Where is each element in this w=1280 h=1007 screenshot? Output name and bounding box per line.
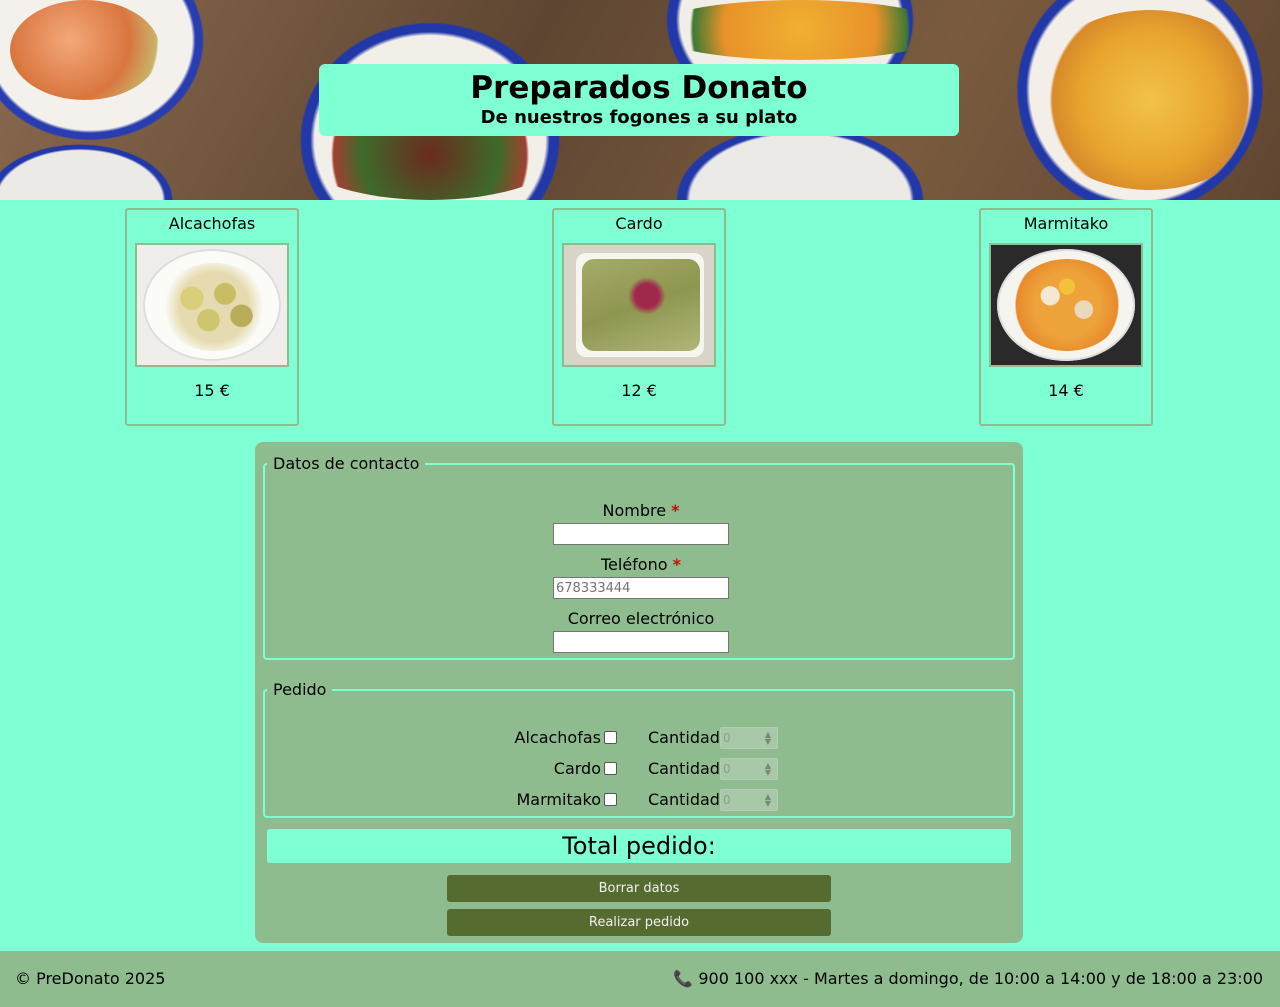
site-footer: © PreDonato 2025 📞 900 100 xxx - Martes … (0, 951, 1280, 1007)
order-fieldset: Pedido Alcachofas Cantidad 0 ▲ ▼ Cardo Can… (263, 680, 1015, 818)
site-header: Preparados Donato De nuestros fogones a … (319, 64, 959, 136)
spinner-arrows-icon[interactable]: ▲ ▼ (765, 762, 771, 777)
order-item-name: Marmitako (516, 790, 602, 809)
phone-input[interactable] (553, 577, 729, 599)
product-card-alcachofas: Alcachofas 15 € (125, 208, 299, 426)
email-input[interactable] (553, 631, 729, 653)
product-name: Alcachofas (168, 214, 256, 233)
email-label: Correo electrónico (567, 609, 715, 628)
order-item-checkbox[interactable] (604, 731, 617, 744)
order-total: Total pedido: (267, 829, 1011, 863)
order-item-checkbox[interactable] (604, 762, 617, 775)
artichoke-dish-photo (135, 243, 289, 367)
product-price: 15 € (194, 381, 230, 400)
order-item-marmitako: Marmitako Cantidad 0 ▲ ▼ (265, 789, 1017, 811)
order-legend: Pedido (273, 680, 327, 699)
order-form: Datos de contacto Nombre * Teléfono * Co… (255, 442, 1023, 943)
spinner-arrows-icon[interactable]: ▲ ▼ (765, 731, 771, 746)
phone-label: Teléfono * (600, 555, 681, 574)
quantity-label: Cantidad (648, 728, 720, 747)
product-price: 12 € (621, 381, 657, 400)
phone-field-group: Teléfono * (265, 555, 1017, 599)
quantity-stepper[interactable]: 0 ▲ ▼ (720, 789, 778, 811)
site-title: Preparados Donato (470, 70, 808, 106)
product-card-cardo: Cardo 12 € (552, 208, 726, 426)
quantity-stepper[interactable]: 0 ▲ ▼ (720, 758, 778, 780)
order-item-checkbox[interactable] (604, 793, 617, 806)
submit-order-button[interactable]: Realizar pedido (447, 909, 831, 936)
product-name: Marmitako (1023, 214, 1109, 233)
name-label: Nombre * (602, 501, 680, 520)
contact-fieldset: Datos de contacto Nombre * Teléfono * Co… (263, 454, 1015, 660)
product-name: Cardo (615, 214, 663, 233)
product-card-marmitako: Marmitako 14 € (979, 208, 1153, 426)
cardoon-dish-photo (562, 243, 716, 367)
required-mark: * (672, 555, 681, 574)
spinner-arrows-icon[interactable]: ▲ ▼ (765, 793, 771, 808)
name-input[interactable] (553, 523, 729, 545)
clear-button[interactable]: Borrar datos (447, 875, 831, 902)
marmitako-dish-photo (989, 243, 1143, 367)
order-item-cardo: Cardo Cantidad 0 ▲ ▼ (265, 758, 1017, 780)
copyright-text: © PreDonato 2025 (15, 969, 166, 988)
site-subtitle: De nuestros fogones a su plato (480, 107, 798, 128)
contact-legend: Datos de contacto (273, 454, 420, 473)
email-field-group: Correo electrónico (265, 609, 1017, 653)
quantity-stepper[interactable]: 0 ▲ ▼ (720, 727, 778, 749)
order-item-alcachofas: Alcachofas Cantidad 0 ▲ ▼ (265, 727, 1017, 749)
quantity-label: Cantidad (648, 790, 720, 809)
contact-info-text: 📞 900 100 xxx - Martes a domingo, de 10:… (673, 969, 1263, 988)
order-item-name: Alcachofas (514, 728, 602, 747)
name-field-group: Nombre * (265, 501, 1017, 545)
required-mark: * (671, 501, 680, 520)
product-price: 14 € (1048, 381, 1084, 400)
order-item-name: Cardo (553, 759, 601, 778)
quantity-label: Cantidad (648, 759, 720, 778)
